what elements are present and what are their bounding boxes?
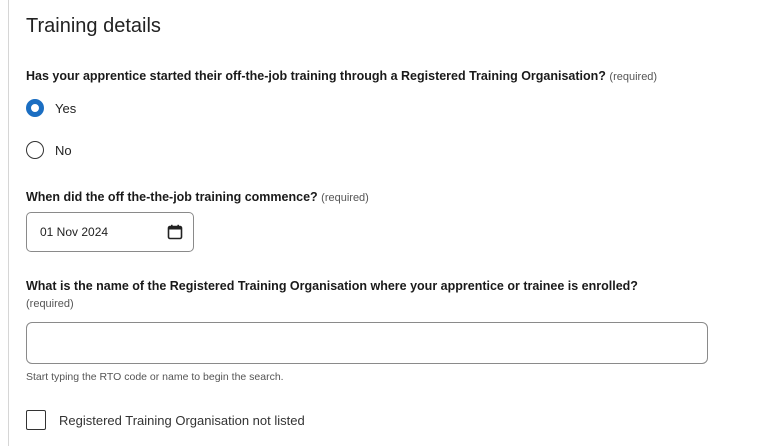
radio-no[interactable] (26, 141, 44, 159)
radio-option-yes[interactable]: Yes (26, 98, 76, 118)
radio-yes-label[interactable]: Yes (55, 101, 76, 116)
radio-no-label[interactable]: No (55, 143, 72, 158)
required-indicator: (required) (26, 298, 74, 310)
radio-yes[interactable] (26, 99, 44, 117)
rto-search-input[interactable] (26, 322, 708, 364)
required-indicator: (required) (609, 71, 658, 83)
left-divider (8, 0, 9, 446)
calendar-button[interactable] (157, 213, 193, 251)
question-commence-date: When did the off the-the-job training co… (26, 189, 369, 207)
date-input[interactable]: 01 Nov 2024 (26, 212, 194, 252)
section-title: Training details (26, 15, 161, 37)
question-started-training: Has your apprentice started their off-th… (26, 68, 657, 86)
rto-not-listed-row[interactable]: Registered Training Organisation not lis… (26, 410, 305, 430)
rto-not-listed-label[interactable]: Registered Training Organisation not lis… (59, 413, 305, 428)
rto-not-listed-checkbox[interactable] (26, 410, 46, 430)
calendar-icon (167, 224, 183, 240)
question-rto-name-label: What is the name of the Registered Train… (26, 279, 638, 293)
required-indicator: (required) (321, 192, 369, 204)
date-input-value[interactable]: 01 Nov 2024 (40, 225, 157, 239)
question-rto-name: What is the name of the Registered Train… (26, 278, 666, 313)
question-commence-date-label: When did the off the-the-job training co… (26, 190, 318, 204)
radio-option-no[interactable]: No (26, 140, 72, 160)
question-started-training-label: Has your apprentice started their off-th… (26, 69, 606, 83)
rto-search-hint: Start typing the RTO code or name to beg… (26, 371, 284, 383)
